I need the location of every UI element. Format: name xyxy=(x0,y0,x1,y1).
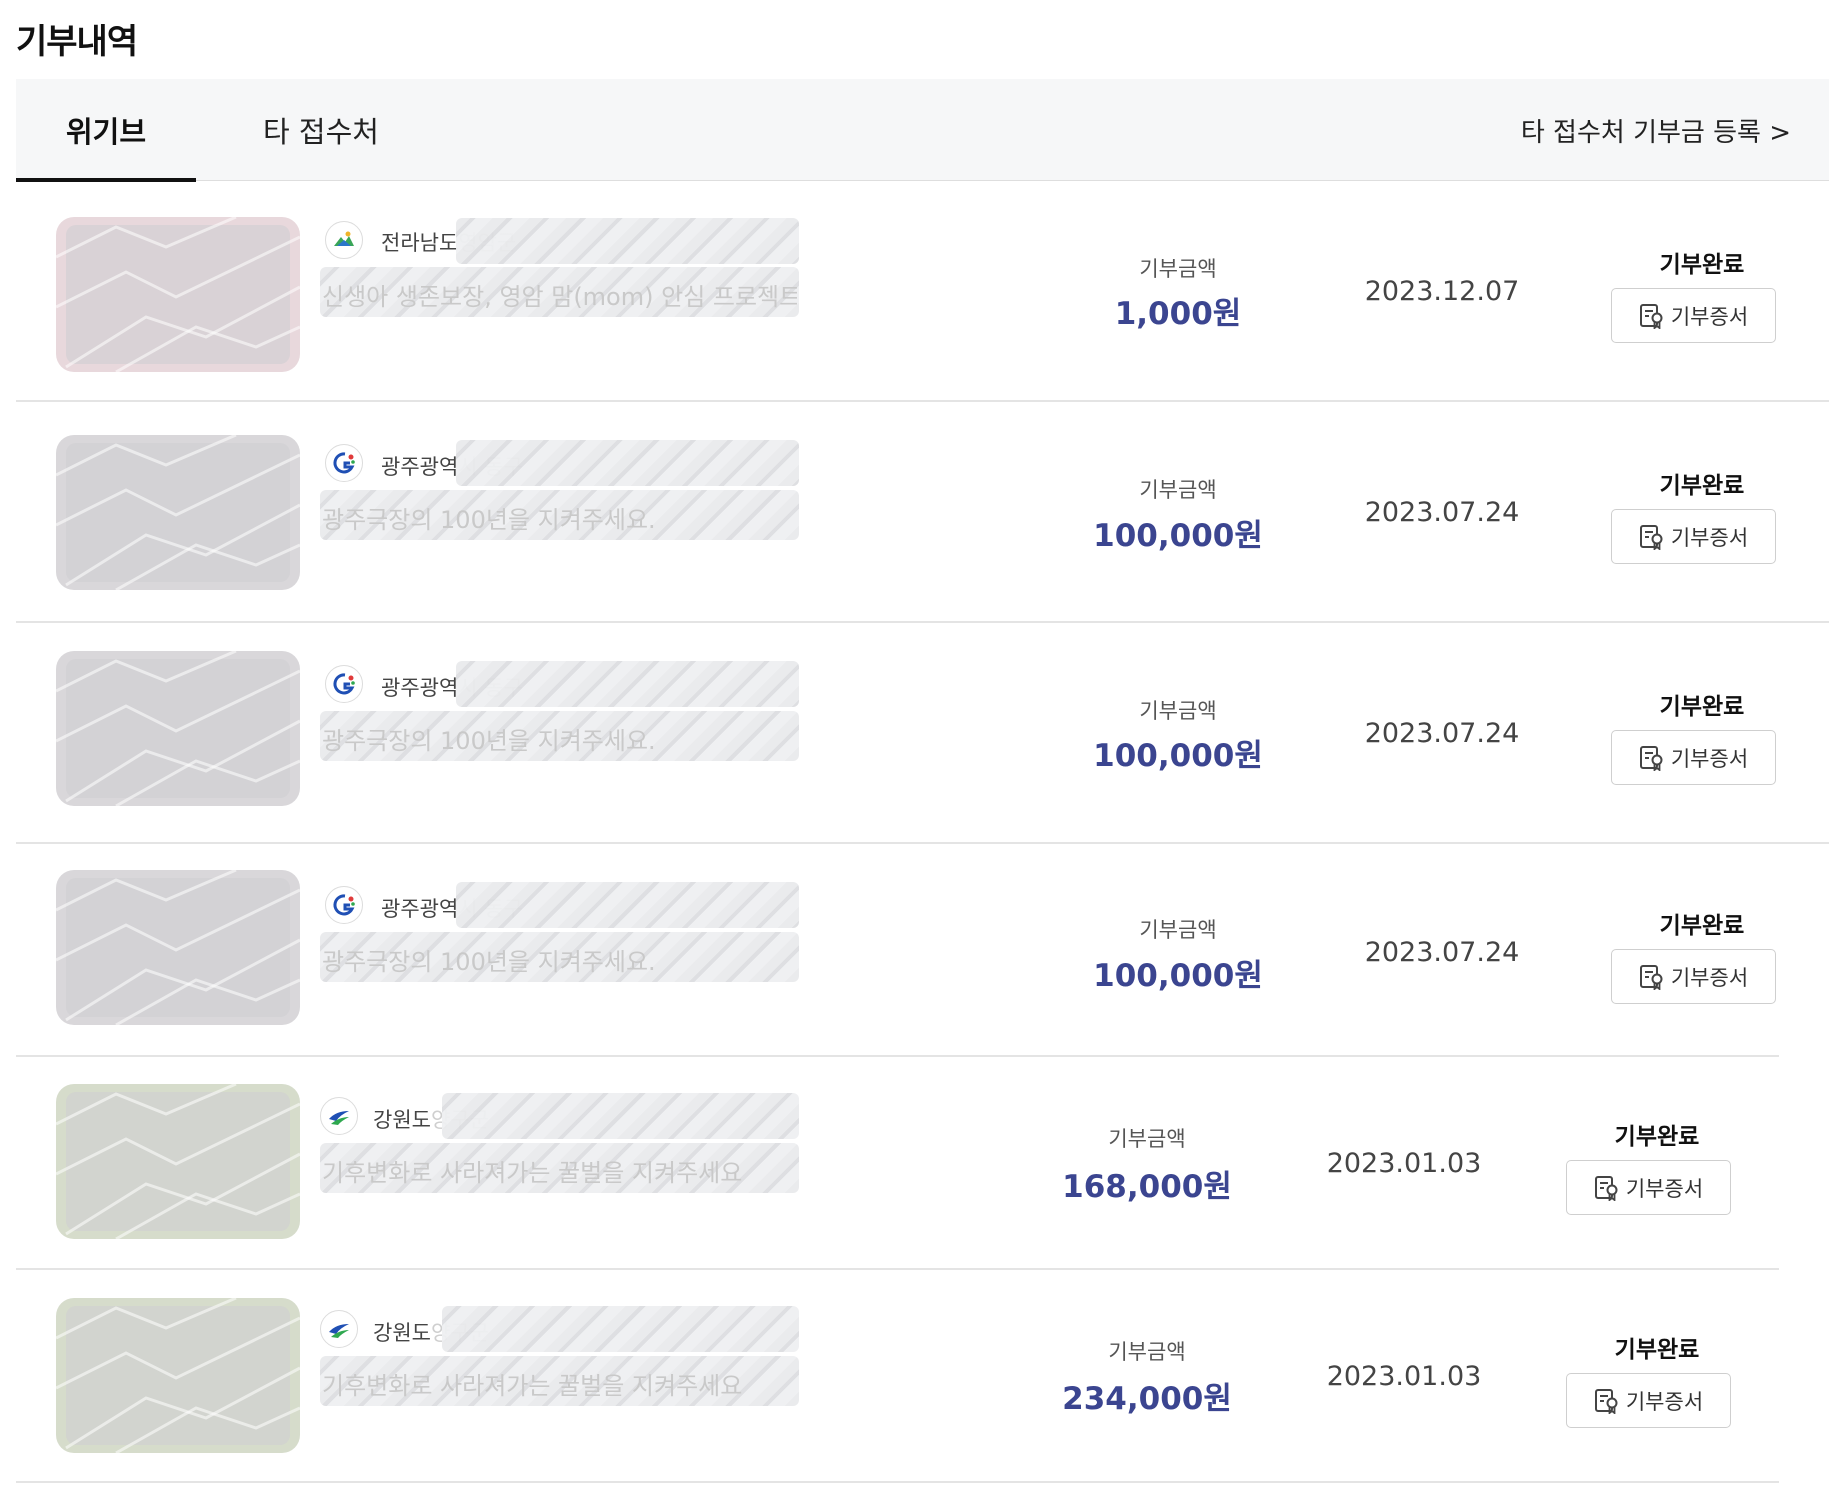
donation-amount: 100,000원 xyxy=(1093,738,1263,774)
certificate-icon xyxy=(1639,524,1663,550)
project-title[interactable]: 기후변화로 사라져가는 꿀벌을 지켜주세요 xyxy=(322,1366,797,1401)
donation-status: 기부완료 xyxy=(1659,913,1745,939)
project-thumbnail[interactable] xyxy=(56,217,300,372)
donation-status: 기부완료 xyxy=(1659,252,1745,278)
amount-label: 기부금액 xyxy=(1108,1340,1186,1364)
certificate-icon xyxy=(1639,745,1663,771)
redacted-org-block xyxy=(456,882,799,928)
redacted-org-block xyxy=(442,1306,799,1352)
gangwon-logo-icon xyxy=(320,1310,358,1348)
donation-status: 기부완료 xyxy=(1659,694,1745,720)
redacted-org-block xyxy=(442,1093,799,1139)
amount-label: 기부금액 xyxy=(1139,257,1217,281)
tab-other-receiver[interactable]: 타 접수처 xyxy=(226,79,416,181)
project-title[interactable]: 광주극장의 100년을 지켜주세요. xyxy=(322,721,797,756)
donation-date: 2023.07.24 xyxy=(1364,718,1520,749)
donation-row: 강원도양구군 기후변화로 사라져가는 꿀벌을 지켜주세요 기부금액 234,00… xyxy=(16,1270,1779,1483)
certificate-button[interactable]: 기부증서 xyxy=(1611,949,1776,1004)
project-title[interactable]: 광주극장의 100년을 지켜주세요. xyxy=(322,942,797,977)
page-title: 기부내역 xyxy=(16,22,138,62)
donation-row: 강원도양구군 기후변화로 사라져가는 꿀벌을 지켜주세요 기부금액 168,00… xyxy=(16,1057,1779,1270)
certificate-button[interactable]: 기부증서 xyxy=(1611,288,1776,343)
project-title[interactable]: 신생아 생존보장, 영암 맘(mom) 안심 프로젝트 xyxy=(322,277,797,312)
donation-row: 광주광역시 동구 광주극장의 100년을 지켜주세요. 기부금액 100,000… xyxy=(16,844,1779,1057)
gangwon-logo-icon xyxy=(320,1097,358,1135)
jeonnam-logo-icon xyxy=(325,221,363,259)
project-title[interactable]: 광주극장의 100년을 지켜주세요. xyxy=(322,500,797,535)
tab-bar: 위기브 타 접수처 타 접수처 기부금 등록 > xyxy=(16,79,1829,182)
amount-label: 기부금액 xyxy=(1139,918,1217,942)
certificate-icon xyxy=(1594,1388,1618,1414)
donation-date: 2023.07.24 xyxy=(1364,497,1520,528)
redacted-org-block xyxy=(456,440,799,486)
project-thumbnail[interactable] xyxy=(56,1084,300,1239)
donation-date: 2023.01.03 xyxy=(1326,1361,1482,1392)
certificate-button[interactable]: 기부증서 xyxy=(1566,1160,1731,1215)
donation-status: 기부완료 xyxy=(1659,473,1745,499)
certificate-button[interactable]: 기부증서 xyxy=(1611,509,1776,564)
amount-label: 기부금액 xyxy=(1139,699,1217,723)
donation-status: 기부완료 xyxy=(1614,1124,1700,1150)
gwangju-logo-icon xyxy=(325,444,363,482)
amount-label: 기부금액 xyxy=(1139,478,1217,502)
register-other-donation-link[interactable]: 타 접수처 기부금 등록 > xyxy=(1521,79,1791,181)
tab-wegive[interactable]: 위기브 xyxy=(16,79,196,182)
certificate-button[interactable]: 기부증서 xyxy=(1566,1373,1731,1428)
donation-row: 광주광역시 동구 광주극장의 100년을 지켜주세요. 기부금액 100,000… xyxy=(16,402,1829,623)
redacted-org-block xyxy=(456,661,799,707)
donation-amount: 234,000원 xyxy=(1062,1381,1232,1417)
certificate-icon xyxy=(1594,1175,1618,1201)
certificate-icon xyxy=(1639,964,1663,990)
project-thumbnail[interactable] xyxy=(56,870,300,1025)
project-thumbnail[interactable] xyxy=(56,651,300,806)
project-thumbnail[interactable] xyxy=(56,1298,300,1453)
donation-row: 전라남도영암군 신생아 생존보장, 영암 맘(mom) 안심 프로젝트 기부금액… xyxy=(16,181,1829,402)
donation-amount: 168,000원 xyxy=(1062,1169,1232,1205)
donation-date: 2023.12.07 xyxy=(1364,276,1520,307)
project-thumbnail[interactable] xyxy=(56,435,300,590)
donation-amount: 1,000원 xyxy=(1114,296,1242,332)
gwangju-logo-icon xyxy=(325,665,363,703)
certificate-icon xyxy=(1639,303,1663,329)
donation-amount: 100,000원 xyxy=(1093,958,1263,994)
amount-label: 기부금액 xyxy=(1108,1127,1186,1151)
donation-status: 기부완료 xyxy=(1614,1337,1700,1363)
donation-date: 2023.01.03 xyxy=(1326,1148,1482,1179)
donation-row: 광주광역시 동구 광주극장의 100년을 지켜주세요. 기부금액 100,000… xyxy=(16,623,1829,844)
donation-date: 2023.07.24 xyxy=(1364,937,1520,968)
certificate-button[interactable]: 기부증서 xyxy=(1611,730,1776,785)
project-title[interactable]: 기후변화로 사라져가는 꿀벌을 지켜주세요 xyxy=(322,1153,797,1188)
donation-amount: 100,000원 xyxy=(1093,518,1263,554)
gwangju-logo-icon xyxy=(325,886,363,924)
redacted-org-block xyxy=(456,218,799,264)
